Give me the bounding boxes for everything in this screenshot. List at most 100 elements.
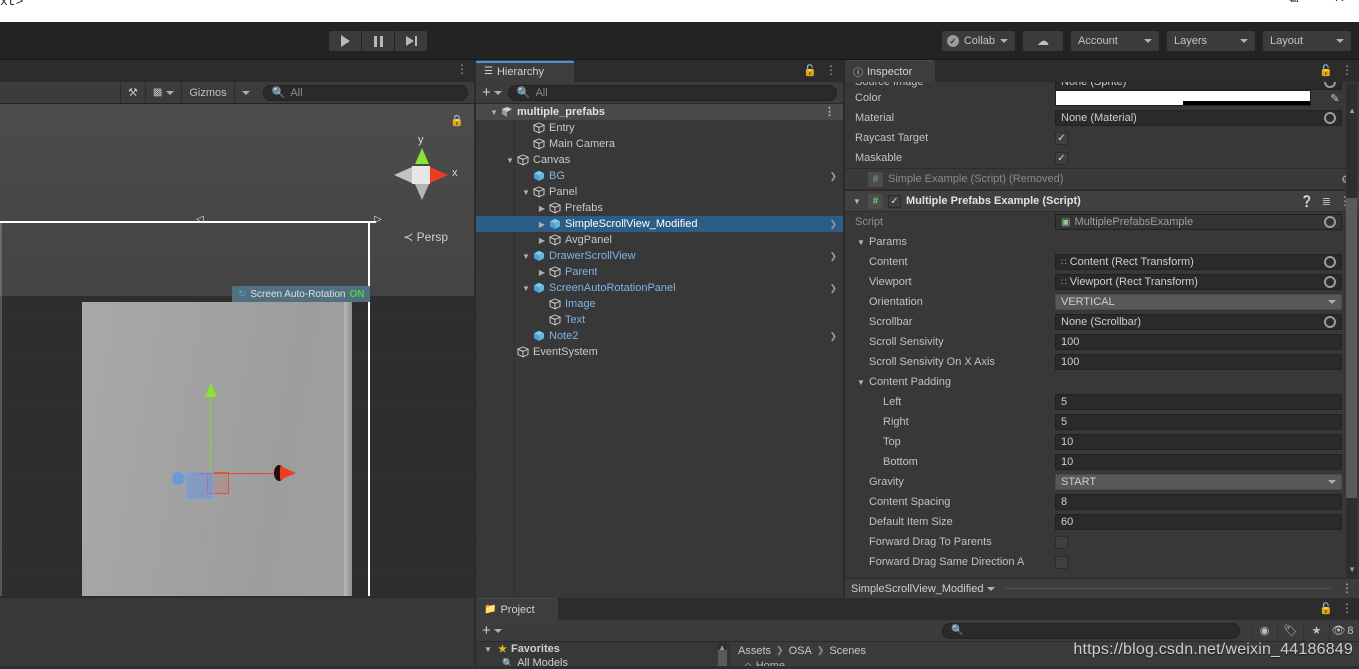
- object-picker-icon[interactable]: [1324, 112, 1336, 124]
- hierarchy-search-input[interactable]: 🔍 All: [507, 84, 837, 101]
- chevron-down-icon[interactable]: ▼: [520, 284, 532, 293]
- prop-value[interactable]: ▣ MultiplePrefabsExample: [1055, 214, 1342, 230]
- kebab-menu-icon[interactable]: ⋮: [824, 107, 835, 118]
- prop-object-field[interactable]: None (Material): [1055, 110, 1342, 126]
- inspector-row-forward-drag-same-direction-a[interactable]: Forward Drag Same Direction A: [845, 552, 1359, 572]
- prop-text-field[interactable]: 10: [1055, 434, 1342, 450]
- hierarchy-item-screenautorotationpanel[interactable]: ▼ ScreenAutoRotationPanel ❯: [476, 280, 843, 296]
- lock-icon[interactable]: 🔓: [1319, 64, 1333, 77]
- hierarchy-add-button[interactable]: +: [482, 85, 502, 100]
- chevron-right-icon[interactable]: ▶: [536, 268, 548, 277]
- gizmo-axis-y[interactable]: [210, 389, 211, 479]
- breadcrumb-item-osa[interactable]: OSA: [789, 645, 812, 657]
- preset-icon[interactable]: ≣: [1322, 195, 1331, 208]
- prop-dropdown[interactable]: START: [1055, 474, 1342, 490]
- hierarchy-item-note2[interactable]: Note2 ❯: [476, 328, 843, 344]
- inspector-row-forward-drag-to-parents[interactable]: Forward Drag To Parents: [845, 532, 1359, 552]
- inspector-row-default-item-size[interactable]: Default Item Size 60: [845, 512, 1359, 532]
- checkbox[interactable]: ✓: [1055, 131, 1068, 145]
- hierarchy-item-parent[interactable]: ▶ Parent: [476, 264, 843, 280]
- gizmos-button[interactable]: Gizmos: [182, 82, 233, 104]
- gizmo-y-cone[interactable]: [415, 148, 429, 164]
- prop-text-field[interactable]: 100: [1055, 334, 1342, 350]
- tab-inspector[interactable]: ⓘ Inspector: [845, 60, 935, 82]
- shapes-icon[interactable]: ◉: [1251, 620, 1277, 641]
- scene-panel-menu[interactable]: ⋮: [456, 63, 468, 75]
- hierarchy-item-simplescrollview-modified[interactable]: ▶ SimpleScrollView_Modified ❯: [476, 216, 843, 232]
- project-add-button[interactable]: +: [482, 623, 502, 638]
- resize-handle-top[interactable]: ◁: [196, 214, 204, 225]
- foldout-icon[interactable]: ▼: [482, 645, 494, 654]
- hierarchy-item-main-camera[interactable]: Main Camera: [476, 136, 843, 152]
- scene-viewport[interactable]: ◁ ▷ ◁ ▷ ▷ ▷ ↻ Screen Auto-Rotation ON: [0, 104, 474, 598]
- inspector-row-orientation[interactable]: Orientation VERTICAL: [845, 292, 1359, 312]
- checkbox[interactable]: [1055, 535, 1068, 549]
- kebab-menu-icon[interactable]: ⋮: [1341, 64, 1353, 76]
- inspector-row-viewport[interactable]: Viewport ∷ Viewport (Rect Transform): [845, 272, 1359, 292]
- kebab-menu-icon[interactable]: ⋮: [1341, 602, 1353, 614]
- splitter-hierarchy-inspector[interactable]: [843, 60, 845, 598]
- gizmo-handle-x[interactable]: [280, 466, 296, 480]
- scene-gizmo-lock-icon[interactable]: 🔒: [450, 114, 464, 127]
- scene-camera-button[interactable]: ▩: [146, 82, 181, 104]
- checkbox[interactable]: ✓: [1055, 151, 1068, 165]
- scroll-up-arrow[interactable]: ▲: [718, 643, 726, 652]
- gizmo-x-cone[interactable]: [430, 167, 448, 183]
- splitter-scene-hierarchy[interactable]: [474, 60, 476, 669]
- chevron-right-icon[interactable]: ▶: [536, 204, 548, 213]
- prop-checkbox[interactable]: [1055, 554, 1342, 570]
- component-header-removed[interactable]: # Simple Example (Script) (Removed) ⚙: [845, 168, 1359, 190]
- inspector-row-scroll-sensivity[interactable]: Scroll Sensivity 100: [845, 332, 1359, 352]
- tab-project[interactable]: 📁 Project: [476, 598, 558, 620]
- chevron-down-icon[interactable]: ▼: [488, 108, 500, 117]
- gizmo-plane-xy[interactable]: [186, 472, 214, 499]
- open-prefab-icon[interactable]: ❯: [829, 331, 837, 342]
- favorites-group[interactable]: ▼ ★ Favorites: [476, 642, 729, 656]
- hierarchy-item-panel[interactable]: ▼ Panel: [476, 184, 843, 200]
- hierarchy-item-canvas[interactable]: ▼ Canvas: [476, 152, 843, 168]
- hierarchy-item-avgpanel[interactable]: ▶ AvgPanel: [476, 232, 843, 248]
- scene-orientation-gizmo[interactable]: y x: [378, 132, 464, 218]
- star-icon[interactable]: ★: [1303, 620, 1329, 641]
- inspector-row-params[interactable]: ▼ Params: [845, 232, 1359, 252]
- scene-search-input[interactable]: 🔍 All: [262, 84, 468, 101]
- gizmo-handle-y[interactable]: [205, 383, 217, 397]
- hierarchy-item-bg[interactable]: BG ❯: [476, 168, 843, 184]
- inspector-row-maskable[interactable]: Maskable ✓: [845, 148, 1359, 168]
- kebab-menu-icon[interactable]: ⋮: [1341, 582, 1353, 594]
- hierarchy-item-drawerscrollview[interactable]: ▼ DrawerScrollView ❯: [476, 248, 843, 264]
- object-picker-icon[interactable]: [1324, 276, 1336, 288]
- gizmos-dropdown[interactable]: [235, 82, 257, 104]
- gizmo-negy-cone[interactable]: [415, 184, 429, 200]
- chevron-down-icon[interactable]: ▼: [520, 188, 532, 197]
- project-search-input[interactable]: 🔍: [942, 622, 1240, 639]
- prop-text-field[interactable]: 8: [1055, 494, 1342, 510]
- prop-object-field[interactable]: ∷ Content (Rect Transform): [1055, 254, 1342, 270]
- inspector-row-scrollbar[interactable]: Scrollbar None (Scrollbar): [845, 312, 1359, 332]
- object-picker-icon[interactable]: [1324, 316, 1336, 328]
- hierarchy-item-prefabs[interactable]: ▶ Prefabs: [476, 200, 843, 216]
- restore-icon[interactable]: ⧉: [1289, 0, 1298, 6]
- open-prefab-icon[interactable]: ❯: [829, 219, 837, 230]
- hierarchy-item-eventsystem[interactable]: EventSystem: [476, 344, 843, 360]
- prop-dropdown[interactable]: VERTICAL: [1055, 294, 1342, 310]
- object-picker-icon[interactable]: [1324, 82, 1336, 88]
- gizmo-center-cube[interactable]: [412, 166, 430, 184]
- chevron-down-icon[interactable]: ▼: [504, 156, 516, 165]
- collab-button[interactable]: ✓ Collab: [941, 31, 1015, 51]
- inspector-row-left[interactable]: Left 5: [845, 392, 1359, 412]
- inspector-row-content-padding[interactable]: ▼ Content Padding: [845, 372, 1359, 392]
- foldout-icon[interactable]: ▼: [851, 197, 863, 206]
- label-icon[interactable]: 🏷: [1277, 620, 1303, 641]
- cloud-button[interactable]: ☁: [1023, 31, 1063, 51]
- play-button[interactable]: [329, 31, 361, 51]
- lock-icon[interactable]: 🔓: [1319, 602, 1333, 615]
- inspector-body[interactable]: Source Image None (Sprite) Color ✎ Materia…: [845, 82, 1359, 598]
- pause-button[interactable]: [362, 31, 394, 51]
- help-icon[interactable]: ❔: [1300, 195, 1314, 208]
- foldout-icon[interactable]: ▼: [855, 378, 867, 387]
- prop-text-field[interactable]: 10: [1055, 454, 1342, 470]
- hierarchy-item-multiple-prefabs[interactable]: ▼ multiple_prefabs ⋮: [476, 104, 843, 120]
- project-favorites-tree[interactable]: ▼ ★ Favorites 🔍 All Models ▲: [476, 642, 729, 669]
- gizmo-free-move[interactable]: [172, 472, 185, 485]
